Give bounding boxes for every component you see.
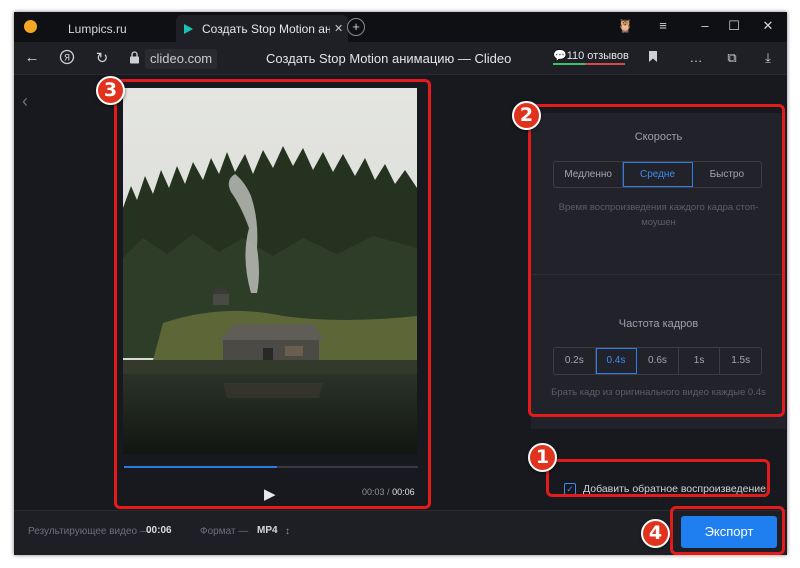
page-title: Создать Stop Motion анимацию — Clideo (266, 51, 512, 66)
annotation-badge: 3 (96, 76, 125, 105)
annotation-badge: 2 (512, 101, 541, 130)
annotation-badge: 4 (641, 519, 670, 548)
comment-icon: 💬 (553, 50, 567, 62)
bookmark-icon[interactable] (644, 50, 662, 66)
back-icon[interactable]: ← (22, 49, 42, 66)
more-icon[interactable]: … (687, 50, 705, 65)
menu-icon[interactable]: ≡ (655, 18, 671, 33)
yandex-icon[interactable]: Я (57, 49, 77, 69)
reviews-label: 110 отзывов (566, 50, 629, 62)
result-label: Результирующее видео — (28, 526, 150, 537)
svg-text:Я: Я (64, 54, 70, 64)
lock-icon[interactable] (129, 51, 140, 64)
annotation-box-video (114, 79, 431, 509)
annotation-badge: 1 (528, 443, 557, 472)
download-icon[interactable]: ⤓ (759, 50, 777, 66)
tab-clideo[interactable]: Создать Stop Motion анимацию ✕ (176, 15, 348, 42)
tab-strip: Lumpics.ru Создать Stop Motion анимацию … (14, 12, 787, 42)
close-tab-icon[interactable]: ✕ (334, 22, 343, 35)
clideo-favicon-icon (184, 23, 193, 34)
annotation-box-settings (528, 104, 785, 417)
tab-title: Lumpics.ru (68, 21, 127, 36)
tab-title: Создать Stop Motion анимацию (202, 21, 330, 36)
owl-protect-icon[interactable]: 🦉 (617, 18, 633, 34)
editor-back-icon[interactable]: ‹ (22, 91, 28, 112)
close-window-icon[interactable]: ✕ (760, 18, 776, 34)
extensions-icon[interactable]: ⧉ (723, 50, 741, 66)
minimize-icon[interactable]: – (697, 18, 713, 33)
format-label: Формат — (200, 526, 249, 537)
maximize-icon[interactable]: ☐ (726, 18, 742, 34)
format-select[interactable]: MP4 (257, 525, 278, 536)
url-field[interactable]: clideo.com (145, 49, 218, 69)
format-stepper-icon[interactable]: ↕ (285, 526, 290, 537)
reviews-rating-bar (553, 63, 625, 65)
address-bar: ← Я ↻ clideo.com Создать Stop Motion ани… (14, 42, 787, 75)
new-tab-button[interactable]: + (347, 18, 365, 36)
reviews-badge[interactable]: 💬110 отзывов (553, 47, 629, 67)
annotation-box-export (670, 506, 785, 555)
annotation-box-reverse (546, 459, 770, 497)
result-duration: 00:06 (146, 525, 172, 536)
browser-logo-icon[interactable] (24, 20, 37, 33)
reload-icon[interactable]: ↻ (92, 49, 112, 67)
tab-lumpics[interactable]: Lumpics.ru (54, 15, 176, 42)
